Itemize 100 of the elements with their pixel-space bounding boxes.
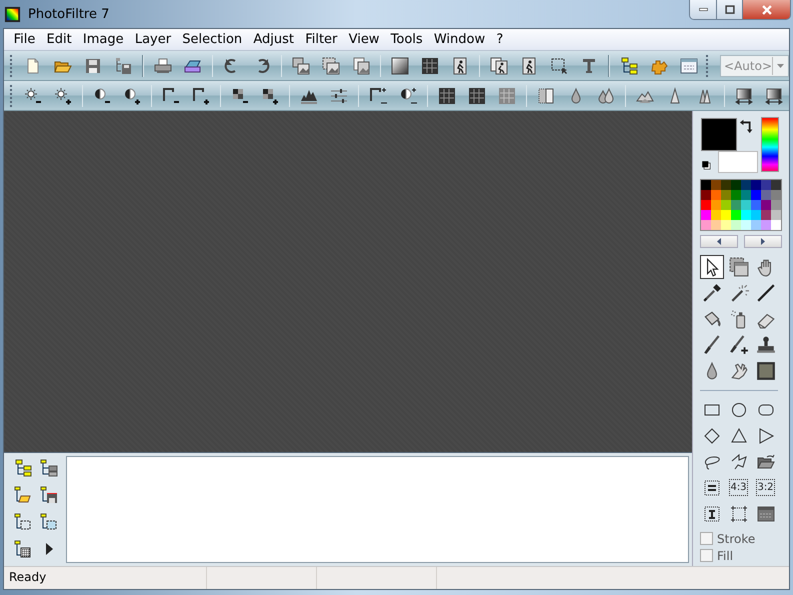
palette-swatch[interactable] bbox=[741, 220, 751, 230]
menu-item[interactable]: Tools bbox=[385, 32, 428, 47]
palette-swatch[interactable] bbox=[771, 180, 781, 190]
window-icon[interactable] bbox=[680, 56, 698, 74]
palette-swatch[interactable] bbox=[731, 220, 741, 230]
palette-swatch[interactable] bbox=[701, 190, 711, 200]
palette-swatch[interactable] bbox=[751, 220, 761, 230]
grid-icon[interactable] bbox=[438, 86, 456, 104]
tool-button[interactable] bbox=[727, 255, 751, 279]
checkered-image-icon[interactable] bbox=[322, 56, 340, 74]
palette-swatch[interactable] bbox=[731, 210, 741, 220]
right-triangle-icon[interactable] bbox=[757, 427, 775, 445]
palette-swatch[interactable] bbox=[731, 200, 741, 210]
menu-item[interactable]: Filter bbox=[300, 32, 343, 47]
menu-item[interactable]: File bbox=[8, 32, 41, 47]
grid-icon[interactable] bbox=[468, 86, 486, 104]
foreground-color-swatch[interactable] bbox=[701, 118, 737, 151]
close-button[interactable] bbox=[743, 0, 790, 19]
minimize-button[interactable] bbox=[690, 0, 717, 19]
menu-item[interactable]: ? bbox=[490, 32, 509, 47]
brightness-minus-icon[interactable] bbox=[24, 86, 42, 104]
checkbox[interactable] bbox=[700, 549, 713, 562]
gradient-bar-icon[interactable] bbox=[765, 86, 783, 104]
palette-swatch[interactable] bbox=[751, 200, 761, 210]
color-spectrum[interactable] bbox=[761, 117, 779, 172]
checkbox[interactable] bbox=[700, 532, 713, 545]
figure-frame-icon[interactable] bbox=[520, 56, 538, 74]
gradient-bar-icon[interactable] bbox=[735, 86, 753, 104]
drops-icon[interactable] bbox=[597, 86, 615, 104]
palette-swatch[interactable] bbox=[721, 220, 731, 230]
palette-swatch[interactable] bbox=[751, 210, 761, 220]
palette-swatch[interactable] bbox=[741, 200, 751, 210]
corner-handles-icon[interactable] bbox=[730, 505, 748, 523]
palette-swatch[interactable] bbox=[701, 210, 711, 220]
palette-swatch[interactable] bbox=[761, 180, 771, 190]
palette-swatch[interactable] bbox=[751, 180, 761, 190]
palette-swatch[interactable] bbox=[741, 180, 751, 190]
figure-icon[interactable] bbox=[451, 56, 470, 74]
layer-image-icon[interactable] bbox=[40, 459, 58, 477]
save-as-icon[interactable] bbox=[114, 56, 132, 74]
gradient-square-icon[interactable] bbox=[391, 56, 410, 74]
scroll-right-button[interactable] bbox=[744, 235, 782, 248]
dashed-selection-icon[interactable] bbox=[550, 56, 568, 74]
palette-swatch[interactable] bbox=[701, 200, 711, 210]
background-color-swatch[interactable] bbox=[718, 151, 758, 173]
palette-swatch[interactable] bbox=[711, 190, 721, 200]
brightness-plus-icon[interactable] bbox=[54, 86, 72, 104]
sliders-icon[interactable] bbox=[330, 86, 348, 104]
swap-colors-icon[interactable] bbox=[739, 118, 755, 134]
equal-box-icon[interactable] bbox=[703, 479, 721, 497]
palette-swatch[interactable] bbox=[711, 220, 721, 230]
menu-item[interactable]: Image bbox=[77, 32, 130, 47]
menu-item[interactable]: Edit bbox=[40, 32, 78, 47]
palette-swatch[interactable] bbox=[711, 210, 721, 220]
menu-item[interactable]: Window bbox=[428, 32, 491, 47]
palette-swatch[interactable] bbox=[711, 180, 721, 190]
maximize-button[interactable] bbox=[717, 0, 743, 19]
palette-swatch[interactable] bbox=[701, 180, 711, 190]
palette-swatch[interactable] bbox=[771, 190, 781, 200]
polygon-lasso-icon[interactable] bbox=[730, 453, 748, 471]
open-folder-icon[interactable] bbox=[757, 453, 775, 471]
palette-swatch[interactable] bbox=[761, 190, 771, 200]
menu-item[interactable]: View bbox=[343, 32, 386, 47]
palette-swatch[interactable] bbox=[771, 220, 781, 230]
window-icon[interactable] bbox=[757, 505, 775, 523]
menu-item[interactable]: Adjust bbox=[248, 32, 300, 47]
palette-swatch[interactable] bbox=[771, 200, 781, 210]
palette-swatch[interactable] bbox=[711, 200, 721, 210]
menu-item[interactable]: Selection bbox=[176, 32, 248, 47]
stacked-images-icon[interactable] bbox=[292, 56, 310, 74]
palette-swatch[interactable] bbox=[701, 220, 711, 230]
layer-checker-icon[interactable] bbox=[14, 540, 32, 558]
palette-swatch[interactable] bbox=[721, 200, 731, 210]
palette-swatch[interactable] bbox=[721, 190, 731, 200]
palette-swatch[interactable] bbox=[731, 180, 741, 190]
tool-button[interactable] bbox=[700, 255, 724, 279]
palette-swatch[interactable] bbox=[741, 190, 751, 200]
figure-pages-icon[interactable] bbox=[490, 56, 508, 74]
palette-swatch[interactable] bbox=[771, 210, 781, 220]
scroll-left-button[interactable] bbox=[700, 235, 738, 248]
reset-colors-icon[interactable] bbox=[701, 160, 712, 171]
palette-swatch[interactable] bbox=[761, 200, 771, 210]
diamond-icon[interactable] bbox=[703, 427, 721, 445]
menu-item[interactable]: Layer bbox=[129, 32, 177, 47]
grid-icon[interactable] bbox=[421, 56, 440, 74]
palette-swatch[interactable] bbox=[721, 180, 731, 190]
palette-swatch[interactable] bbox=[731, 190, 741, 200]
palette-swatch[interactable] bbox=[761, 210, 771, 220]
layer-save-icon[interactable] bbox=[40, 486, 58, 504]
text-box-icon[interactable] bbox=[703, 505, 721, 523]
image-pages-icon[interactable] bbox=[352, 56, 370, 74]
palette-swatch[interactable] bbox=[751, 190, 761, 200]
palette-swatch[interactable] bbox=[761, 220, 771, 230]
layer-folder-icon[interactable] bbox=[14, 486, 32, 504]
palette-swatch[interactable] bbox=[721, 210, 731, 220]
palette-swatch[interactable] bbox=[741, 210, 751, 220]
layer-filled-selection-icon[interactable] bbox=[40, 513, 58, 531]
auto-contrast-icon[interactable] bbox=[399, 86, 417, 104]
layer-tree-icon[interactable] bbox=[14, 459, 32, 477]
triangle-icon[interactable] bbox=[730, 427, 748, 445]
